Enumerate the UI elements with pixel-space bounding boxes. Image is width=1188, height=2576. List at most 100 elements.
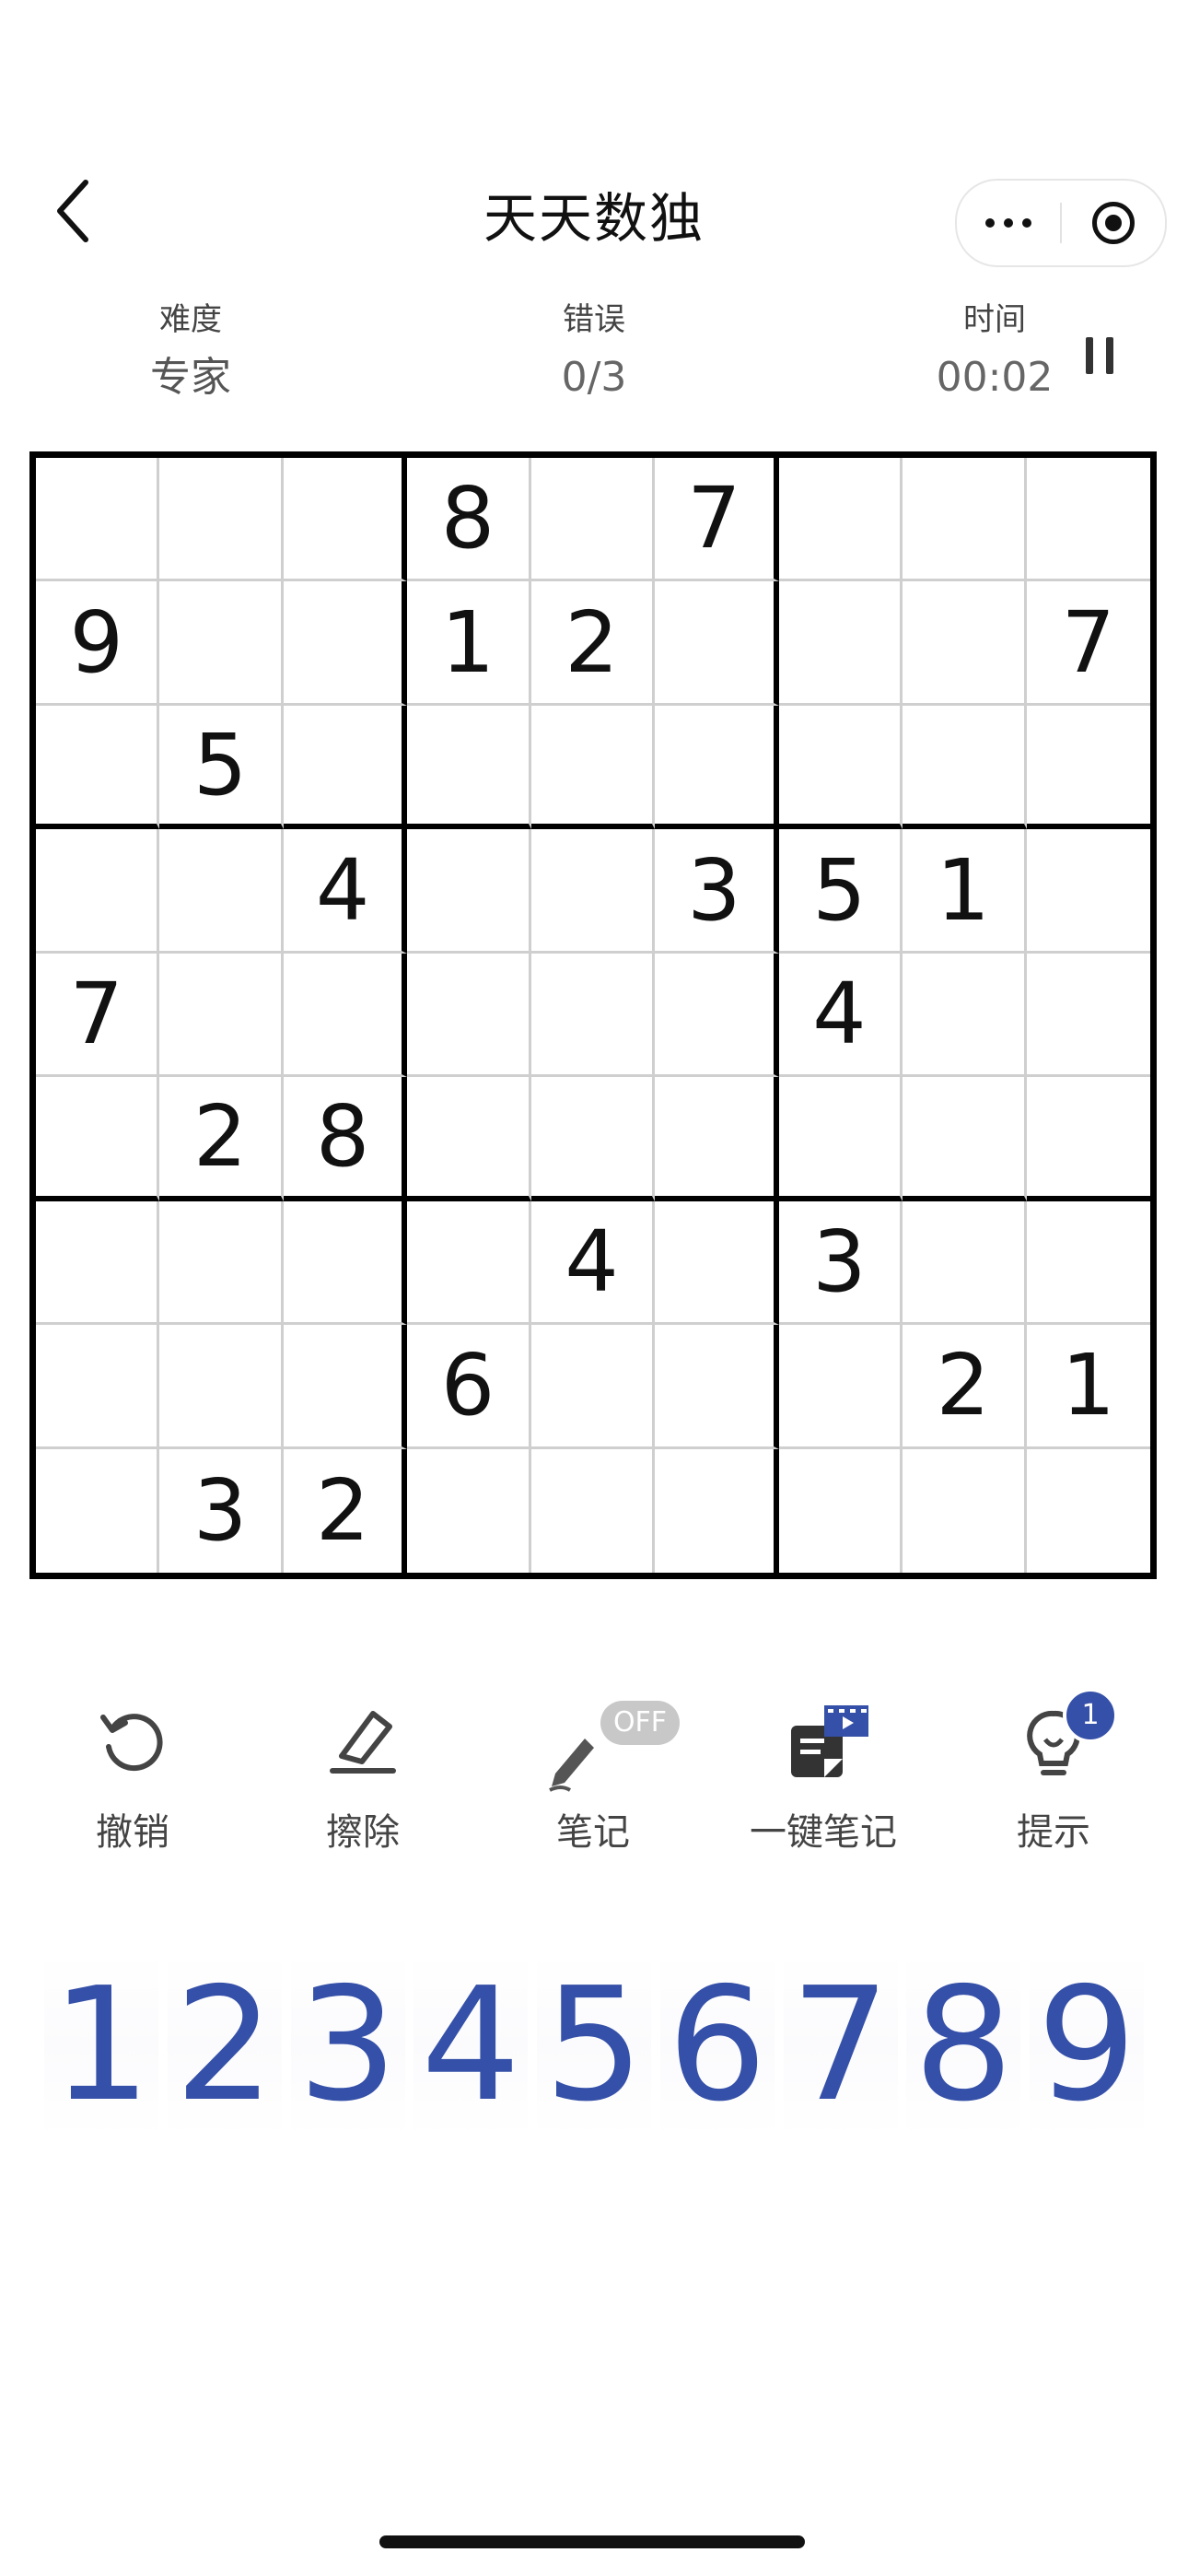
erase-button[interactable]: 擦除 [262,1686,464,1856]
board-cell-r9c7[interactable] [779,1448,903,1573]
board-cell-r5c9[interactable] [1026,954,1150,1078]
number-key-2[interactable]: 2 [167,1953,282,2137]
board-cell-r5c8[interactable] [903,953,1027,1078]
board-cell-r3c7[interactable] [778,705,903,830]
board-cell-r2c6[interactable] [655,581,779,706]
hint-button[interactable]: 1 提示 [952,1686,1155,1856]
board-cell-r4c2[interactable] [159,829,284,954]
board-cell-r9c5[interactable] [531,1448,656,1573]
board-cell-r8c5[interactable] [530,1325,656,1449]
board-cell-r5c5[interactable] [530,953,656,1078]
board-cell-r7c3[interactable] [283,1200,408,1326]
board-cell-r9c3[interactable]: 2 [284,1448,408,1573]
board-cell-r1c9[interactable] [1026,458,1150,582]
board-cell-r3c8[interactable] [903,705,1027,830]
board-cell-r9c2[interactable]: 3 [159,1448,284,1573]
board-cell-r7c1[interactable] [36,1200,160,1326]
board-cell-r8c7[interactable] [778,1325,903,1449]
board-cell-r4c8[interactable]: 1 [903,829,1027,954]
board-cell-r9c1[interactable] [36,1448,160,1573]
number-key-4[interactable]: 4 [413,1953,529,2137]
board-cell-r1c1[interactable] [36,458,160,582]
board-cell-r6c1[interactable] [36,1077,160,1201]
board-cell-r3c5[interactable] [530,705,656,830]
board-cell-r5c7[interactable]: 4 [778,953,903,1078]
board-cell-r8c3[interactable] [283,1325,408,1449]
board-cell-r6c4[interactable] [407,1077,531,1201]
board-cell-r2c2[interactable] [159,581,284,706]
board-cell-r6c7[interactable] [778,1077,903,1201]
board-cell-r6c3[interactable]: 8 [283,1077,408,1201]
board-cell-r2c8[interactable] [903,581,1027,706]
number-key-1[interactable]: 1 [44,1953,158,2137]
note-button[interactable]: OFF 笔记 [492,1686,694,1856]
board-cell-r7c7[interactable]: 3 [778,1200,903,1326]
board-cell-r5c4[interactable] [407,953,531,1078]
pause-button[interactable] [1077,332,1122,383]
board-cell-r5c6[interactable] [655,953,779,1078]
board-cell-r4c3[interactable]: 4 [283,829,408,954]
board-cell-r8c6[interactable] [655,1325,779,1449]
board-cell-r9c6[interactable] [655,1448,779,1573]
board-cell-r8c9[interactable]: 1 [1026,1325,1150,1449]
board-cell-r3c1[interactable] [36,705,160,830]
board-cell-r7c4[interactable] [407,1200,531,1326]
board-cell-r6c8[interactable] [903,1077,1027,1201]
home-indicator[interactable] [379,2535,805,2548]
board-cell-r4c7[interactable]: 5 [778,829,903,954]
board-cell-r6c6[interactable] [655,1077,779,1201]
pause-icon [1086,337,1093,374]
board-cell-r3c3[interactable] [283,705,408,830]
more-button[interactable] [957,181,1060,265]
number-key-3[interactable]: 3 [290,1953,405,2137]
board-cell-r3c6[interactable] [655,705,779,830]
board-cell-r8c4[interactable]: 6 [407,1325,531,1449]
board-cell-r6c2[interactable]: 2 [159,1077,284,1201]
board-cell-r1c3[interactable] [283,458,408,582]
board-cell-r7c2[interactable] [159,1200,284,1326]
close-mini-program-button[interactable] [1062,181,1165,265]
number-key-8[interactable]: 8 [906,1953,1021,2137]
number-key-5[interactable]: 5 [537,1953,651,2137]
undo-button[interactable]: 撤销 [31,1686,234,1856]
board-cell-r5c3[interactable] [283,953,408,1078]
board-cell-r6c9[interactable] [1026,1077,1150,1201]
number-key-7[interactable]: 7 [783,1953,898,2137]
board-cell-r3c4[interactable] [407,705,531,830]
board-cell-r8c2[interactable] [159,1325,284,1449]
board-cell-r7c8[interactable] [903,1200,1027,1326]
board-cell-r8c8[interactable]: 2 [903,1325,1027,1449]
board-cell-r5c1[interactable]: 7 [36,953,160,1078]
board-cell-r7c5[interactable]: 4 [530,1200,656,1326]
number-key-9[interactable]: 9 [1030,1953,1144,2137]
board-cell-r2c5[interactable]: 2 [530,581,656,706]
board-cell-r3c2[interactable]: 5 [159,705,284,830]
board-cell-r4c5[interactable] [530,829,656,954]
board-cell-r4c6[interactable]: 3 [655,829,779,954]
board-cell-r5c2[interactable] [159,953,284,1078]
board-cell-r1c6[interactable]: 7 [655,458,779,582]
board-cell-r1c7[interactable] [778,458,903,582]
board-cell-r2c4[interactable]: 1 [407,581,531,706]
number-key-6[interactable]: 6 [659,1953,775,2137]
board-cell-r9c4[interactable] [407,1448,531,1573]
board-cell-r6c5[interactable] [530,1077,656,1201]
board-cell-r4c1[interactable] [36,829,160,954]
board-cell-r2c7[interactable] [778,581,903,706]
board-cell-r1c2[interactable] [159,458,284,582]
board-cell-r2c1[interactable]: 9 [36,581,160,706]
board-cell-r8c1[interactable] [36,1325,160,1449]
board-cell-r7c9[interactable] [1026,1201,1150,1326]
board-cell-r2c3[interactable] [283,581,408,706]
board-cell-r9c8[interactable] [903,1448,1027,1573]
board-cell-r3c9[interactable] [1026,706,1150,830]
board-cell-r7c6[interactable] [655,1200,779,1326]
board-cell-r1c5[interactable] [530,458,656,582]
board-cell-r4c9[interactable] [1026,829,1150,954]
board-cell-r9c9[interactable] [1027,1449,1150,1573]
board-cell-r1c4[interactable]: 8 [407,458,531,582]
board-cell-r4c4[interactable] [407,829,531,954]
auto-note-button[interactable]: 一键笔记 [722,1686,925,1856]
board-cell-r2c9[interactable]: 7 [1026,581,1150,706]
board-cell-r1c8[interactable] [903,458,1027,582]
